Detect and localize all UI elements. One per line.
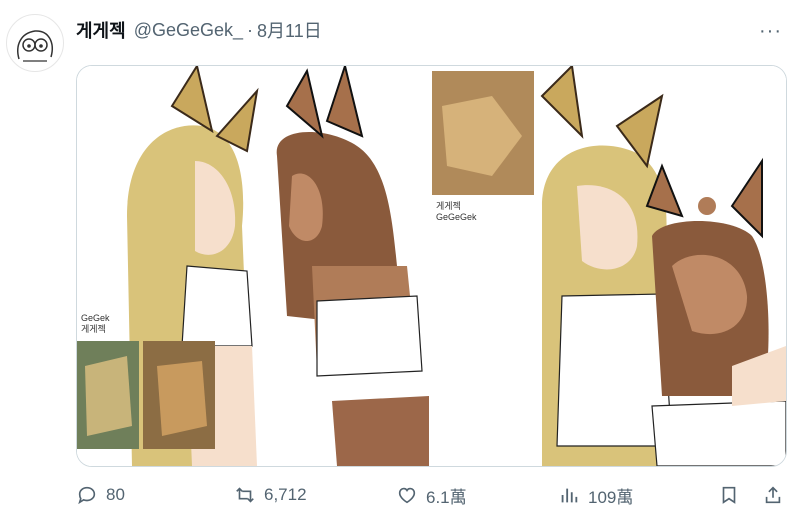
tweet-date[interactable]: 8月11日 [257,17,322,43]
author-name[interactable]: 게게젝 [76,17,126,43]
media-image-right[interactable]: 게게젝 GeGeGek [432,66,786,466]
views-count: 109萬 [588,487,634,507]
reply-icon [78,486,96,505]
share-icon [765,486,781,504]
media-image-left[interactable]: GeGek 게게젝 [77,66,429,466]
like-icon [398,487,416,504]
retweet-button[interactable]: 6,712 [234,484,307,506]
views-button[interactable]: 109萬 [558,483,633,508]
separator: · [247,19,254,40]
reply-button[interactable]: 80 [76,484,125,506]
action-bar: 80 6,712 6.1萬 109萬 [76,480,790,510]
right-photo-caption-2: GeGeGek [436,212,477,222]
bookmark-icon [722,486,736,504]
more-icon[interactable]: ··· [759,20,782,43]
left-photo-caption-1: GeGek [81,313,110,323]
author-handle[interactable]: @GeGeGek_ [134,20,243,41]
like-count: 6.1萬 [426,487,467,507]
views-icon [561,488,578,503]
avatar-doodle [17,30,53,62]
right-photo-caption-1: 게게젝 [436,201,461,211]
bookmark-button[interactable] [718,484,740,506]
reply-count: 80 [106,485,125,504]
like-button[interactable]: 6.1萬 [396,483,467,508]
tweet-media[interactable]: GeGek 게게젝 게게젝 GeGeGek [76,65,787,467]
retweet-count: 6,712 [264,485,307,504]
tweet-header: 게게젝 @GeGeGek_ · 8月11日 [76,18,780,42]
left-photo-caption-2: 게게젝 [81,324,106,334]
retweet-icon [236,487,254,503]
share-button[interactable] [762,484,784,506]
avatar[interactable] [6,14,64,72]
